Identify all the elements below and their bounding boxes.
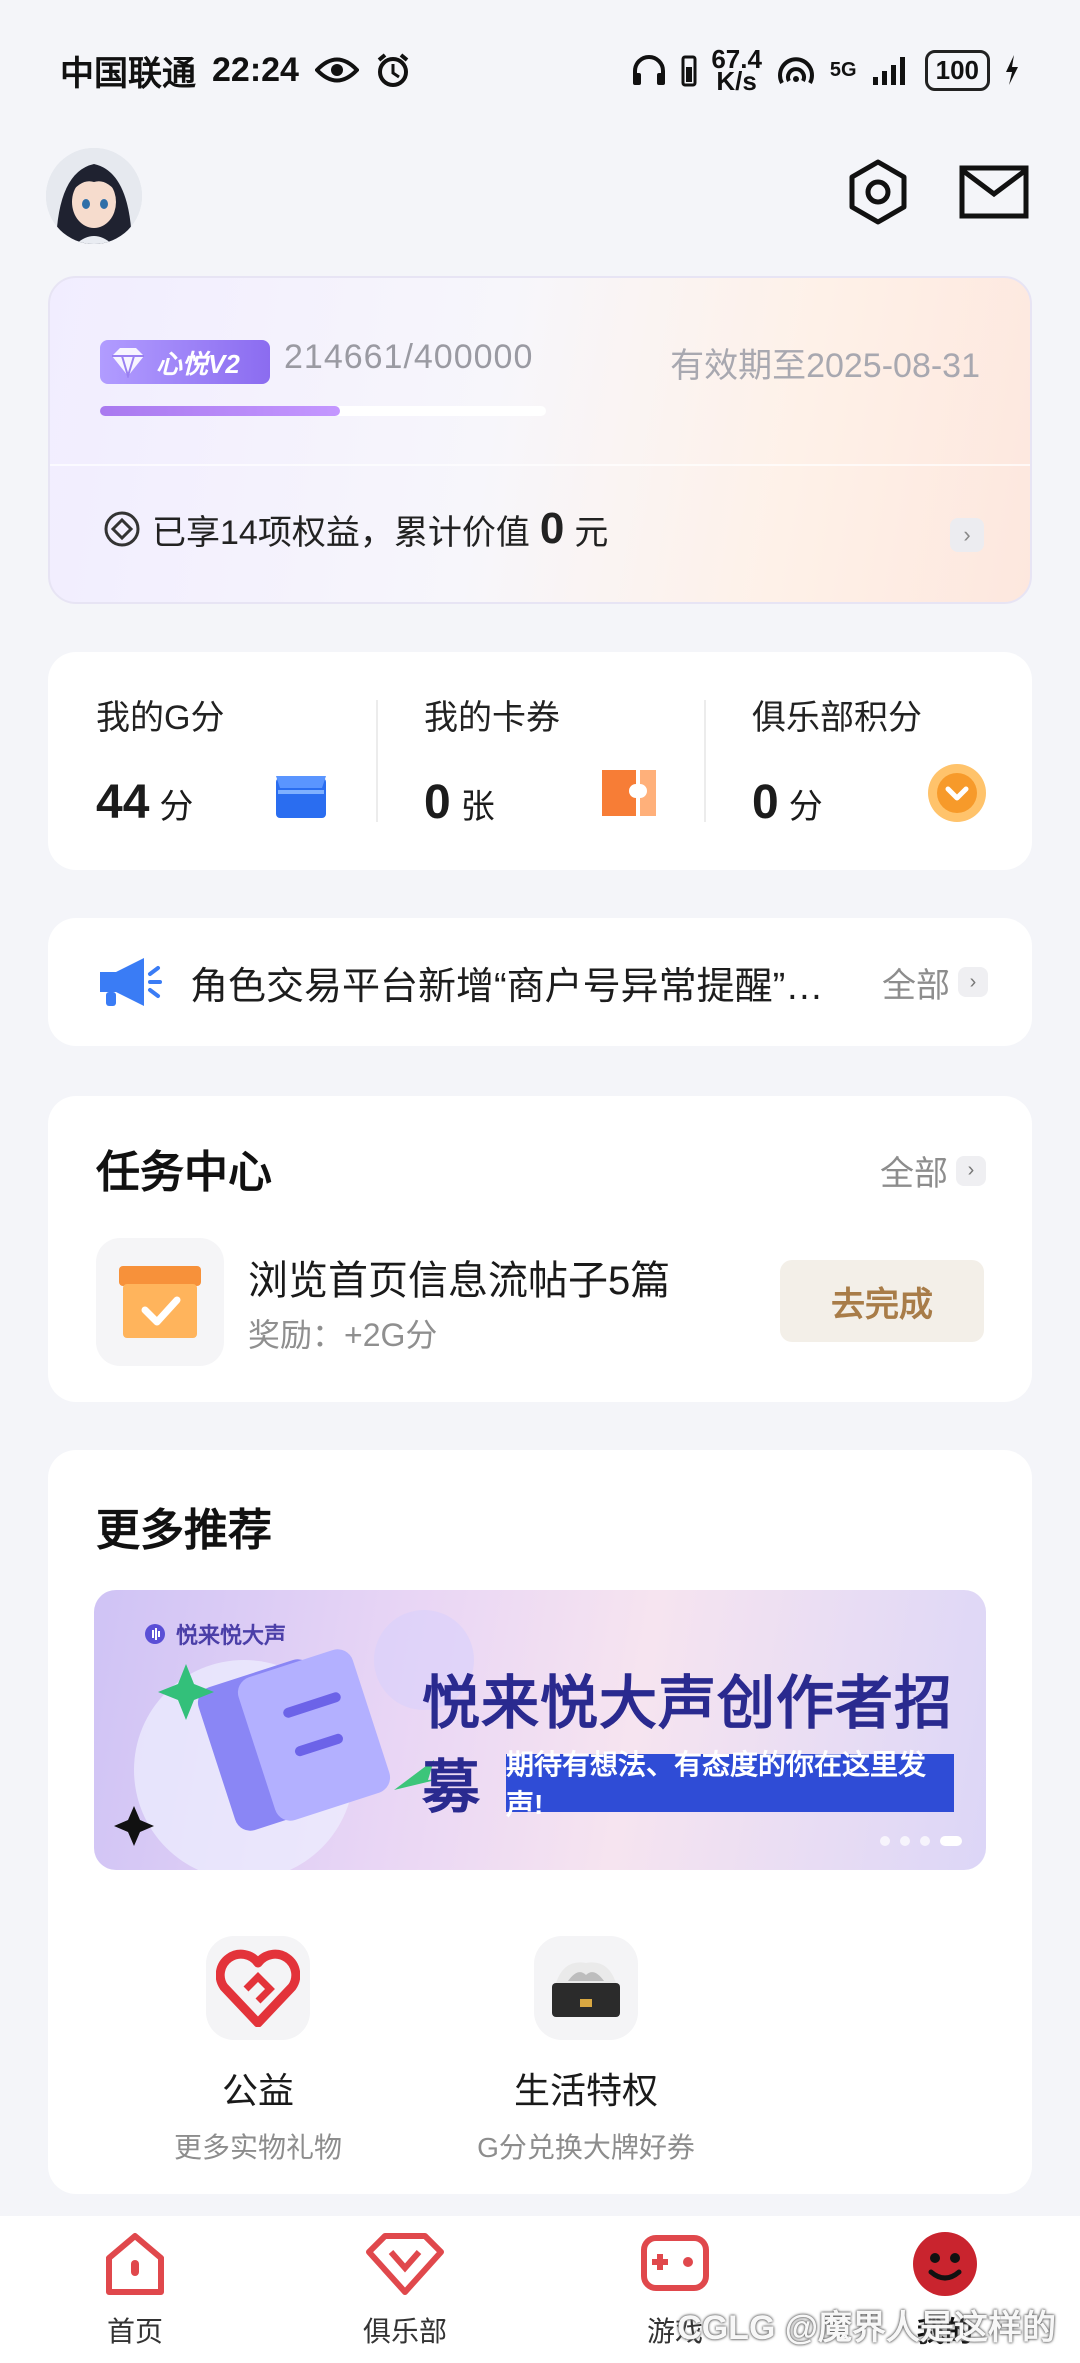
banner-logo-text: 悦来悦大声 <box>176 1623 287 1648</box>
recommend-title: 更多推荐 <box>96 1506 272 1555</box>
stats-card: 我的G分 44 分 我的卡券 0 张 俱乐部积分 0 分 <box>48 652 1032 870</box>
banner-logo: 悦来悦大声 <box>144 1618 286 1650</box>
recommend-item-name: 公益 <box>221 2070 294 2111</box>
profile-face-icon <box>913 2232 977 2296</box>
vip-benefit-unit: 元 <box>574 513 609 552</box>
task-title: 浏览首页信息流帖子5篇 <box>248 1259 671 1303</box>
vip-card[interactable]: 心悦V2 214661/400000 有效期至2025-08-31 已享14项权… <box>48 276 1032 604</box>
stat-value: 44 分 <box>96 775 376 830</box>
stat-g-points[interactable]: 我的G分 44 分 <box>48 652 376 870</box>
announcement-all-link[interactable]: 全部 › <box>882 958 988 1007</box>
vip-benefit-value: 0 <box>539 504 565 553</box>
vip-progress-fill <box>100 406 340 416</box>
task-box-icon <box>119 1266 201 1338</box>
clock: 22:24 <box>212 50 299 89</box>
settings-icon[interactable] <box>840 154 916 230</box>
benefit-icon <box>104 511 140 547</box>
signal-icon <box>872 57 905 85</box>
stat-unit: 分 <box>788 788 823 826</box>
profile-header <box>0 140 1080 250</box>
charging-icon <box>1006 55 1018 85</box>
banner-subtitle: 期待有想法、有态度的你在这里发声! <box>506 1749 954 1820</box>
ticket-icon <box>602 770 656 816</box>
all-link-label: 全部 <box>880 1155 948 1193</box>
task-item-icon <box>96 1238 224 1366</box>
net-speed: 67.4 K/s <box>711 46 762 96</box>
recommend-item-charity[interactable]: 公益 更多实物礼物 <box>108 1936 408 2166</box>
eye-icon <box>314 57 359 83</box>
gift-box-icon <box>534 1936 638 2040</box>
stat-coupons[interactable]: 我的卡券 0 张 <box>376 652 704 870</box>
pagination-dot <box>880 1836 890 1846</box>
stat-label: 我的卡券 <box>424 699 560 737</box>
vip-badge-label: 心悦V2 <box>156 348 240 379</box>
pagination-dot <box>920 1836 930 1846</box>
task-center-title: 任务中心 <box>96 1148 272 1197</box>
hotspot-icon <box>777 57 814 84</box>
net-speed-unit: K/s <box>716 66 757 96</box>
stat-value: 0 分 <box>752 775 1032 830</box>
nav-home[interactable]: 首页 <box>0 2216 270 2363</box>
vip-progress-text: 214661/400000 <box>284 338 534 376</box>
recommend-item-desc: G分兑换大牌好券 <box>477 2132 695 2163</box>
stat-unit: 张 <box>460 788 495 826</box>
banner-pagination <box>880 1836 962 1846</box>
task-reward: 奖励：+2G分 <box>248 1317 438 1353</box>
vip-badge: 心悦V2 <box>100 340 270 384</box>
stat-number: 44 <box>96 776 150 829</box>
nav-club[interactable]: 俱乐部 <box>270 2216 540 2363</box>
chevron-right-icon: › <box>958 967 988 997</box>
stat-number: 0 <box>424 776 451 829</box>
chevron-right-icon[interactable]: › <box>950 518 984 552</box>
promo-banner[interactable]: 悦来悦大声 悦来悦大声创作者招募 期待有想法、有态度的你在这里发声! <box>94 1590 986 1870</box>
bottom-navigation: 首页 俱乐部 游戏 我的 CGLG @魔界人是这样的 <box>0 2216 1080 2363</box>
club-diamond-icon <box>366 2233 444 2295</box>
headphones-icon <box>633 55 666 85</box>
stat-number: 0 <box>752 776 779 829</box>
device-battery-icon <box>681 55 697 87</box>
alarm-icon <box>377 53 409 87</box>
stat-label: 俱乐部积分 <box>752 699 922 737</box>
vip-benefit-prefix: 已享14项权益，累计价值 <box>152 513 530 552</box>
heart-icon <box>206 1936 310 2040</box>
task-center-card: 任务中心 全部 › 浏览首页信息流帖子5篇 奖励：+2G分 去完成 <box>48 1096 1032 1402</box>
coin-icon <box>928 764 986 822</box>
complete-task-button[interactable]: 去完成 <box>780 1260 984 1342</box>
vip-benefit-summary: 已享14项权益，累计价值 0 元 <box>102 504 608 554</box>
stat-label: 我的G分 <box>96 699 225 737</box>
nav-label: 俱乐部 <box>362 2315 447 2348</box>
all-link-label: 全部 <box>882 966 950 1005</box>
recommend-item-life-privilege[interactable]: 生活特权 G分兑换大牌好券 <box>436 1936 736 2166</box>
pagination-dot <box>900 1836 910 1846</box>
gamepad-icon <box>641 2235 709 2291</box>
carrier-label: 中国联通 <box>60 54 196 93</box>
home-icon <box>106 2233 164 2295</box>
chevron-right-icon: › <box>956 1155 986 1186</box>
avatar[interactable] <box>46 148 142 244</box>
megaphone-icon <box>100 958 162 1006</box>
battery-level: 100 <box>924 49 990 91</box>
recommend-item-name: 生活特权 <box>513 2070 658 2111</box>
sound-wave-icon <box>145 1624 165 1644</box>
watermark: CGLG @魔界人是这样的 <box>677 2309 1056 2347</box>
task-center-all-link[interactable]: 全部 › <box>880 1146 986 1195</box>
signal-type: 5G <box>829 58 857 81</box>
stat-club-points[interactable]: 俱乐部积分 0 分 <box>704 652 1032 870</box>
store-icon <box>276 776 326 818</box>
vip-divider <box>50 464 1030 466</box>
stat-value: 0 张 <box>424 775 704 830</box>
nav-label: 首页 <box>106 2315 163 2348</box>
recommend-item-desc: 更多实物礼物 <box>173 2132 342 2163</box>
vip-progress-bar <box>100 406 546 416</box>
announcement-text[interactable]: 角色交易平台新增“商户号异常提醒”功能 <box>190 955 840 1010</box>
status-bar: 中国联通 22:24 67.4 K/s 5G 100 <box>0 0 1080 140</box>
mail-icon[interactable] <box>956 154 1032 230</box>
vip-diamond-icon <box>112 348 144 378</box>
stat-unit: 分 <box>159 788 194 826</box>
announcement-bar[interactable]: 角色交易平台新增“商户号异常提醒”功能 全部 › <box>48 918 1032 1046</box>
vip-expire-date: 有效期至2025-08-31 <box>670 347 980 385</box>
recommend-card: 更多推荐 悦来悦大声 悦来悦大声创作者招募 期待有想法、有态度的你在这里发声! <box>48 1450 1032 2194</box>
pagination-dot-active <box>940 1836 962 1846</box>
